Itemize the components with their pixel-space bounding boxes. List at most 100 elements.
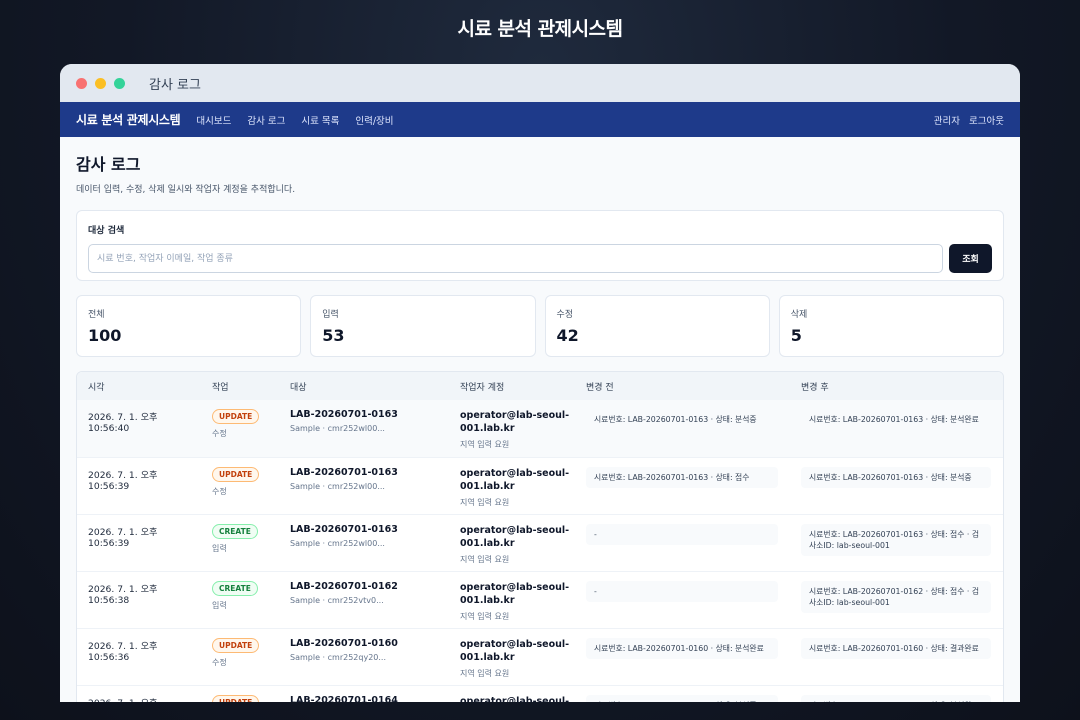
stat-label: 입력 — [322, 310, 339, 320]
cell-actor: operator@lab-seoul-001.lab.kr 지역 입력 요원 — [449, 571, 575, 629]
brand-logo[interactable]: 시료 분석 관제시스템 — [76, 111, 181, 128]
actor-role: 지역 입력 요원 — [460, 554, 510, 564]
nav-staff-equipment[interactable]: 인력/장비 — [355, 113, 393, 127]
close-window-button[interactable] — [76, 77, 87, 89]
action-label: 수정 — [212, 486, 227, 496]
main-content: 감사 로그 데이터 입력, 수정, 삭제 일시와 작업자 계정을 추적합니다. … — [60, 137, 1020, 702]
audit-log-table-card: 시각 작업 대상 작업자 계정 변경 전 변경 후 2026. 7. 1. 오후… — [76, 371, 1004, 702]
action-label: 수정 — [212, 657, 227, 667]
column-header-target[interactable]: 대상 — [279, 372, 449, 400]
search-panel: 대상 검색 조회 — [76, 210, 1004, 281]
column-header-after[interactable]: 변경 후 — [790, 372, 1003, 400]
cell-actor: operator@lab-seoul-001.lab.kr — [449, 685, 575, 702]
actor-email: operator@lab-seoul-001.lab.kr — [460, 695, 570, 703]
stat-card-update: 수정 42 — [544, 295, 770, 357]
cell-time: 2026. 7. 1. 오후 10:56:35 — [77, 685, 201, 702]
action-badge: UPDATE — [212, 694, 260, 702]
table-row[interactable]: 2026. 7. 1. 오후 10:56:35 UPDATE수정 LAB-20260… — [77, 685, 1003, 702]
column-header-actor[interactable]: 작업자 계정 — [449, 372, 575, 400]
page-heading: 시료 분석 관제시스템 — [457, 18, 623, 40]
table-header-row: 시각 작업 대상 작업자 계정 변경 전 변경 후 — [77, 372, 1003, 400]
cell-before: 시료번호: LAB-20260701-0163 · 상태: 접수 — [575, 457, 790, 515]
log-time: 2026. 7. 1. 오후 10:56:39 — [88, 469, 158, 492]
cell-action: UPDATE 수정 — [201, 400, 279, 458]
cell-after: 시료번호: LAB-20260701-0163 · 상태: 분석완료 — [790, 400, 1003, 458]
stat-label: 수정 — [556, 310, 574, 320]
stat-label: 전체 — [88, 310, 105, 320]
target-id[interactable]: LAB-20260701-0162 — [290, 581, 449, 592]
action-label: 수정 — [212, 429, 227, 438]
cell-time: 2026. 7. 1. 오후 10:56:39 — [77, 457, 201, 515]
page-description: 데이터 입력, 수정, 삭제 일시와 작업자 계정을 추적합니다. — [76, 185, 296, 195]
nav-dashboard[interactable]: 대시보드 — [196, 113, 231, 127]
target-id[interactable]: LAB-20260701-0160 — [290, 638, 449, 649]
table-row[interactable]: 2026. 7. 1. 오후 10:56:38 CREATE 입력 LAB-20260… — [77, 571, 1003, 629]
cell-action: CREATE 입력 — [201, 514, 279, 572]
table-row[interactable]: 2026. 7. 1. 오후 10:56:36 UPDATE 수정 LAB-20260… — [77, 628, 1003, 686]
target-sub: Sample · cmr252qy20... — [290, 652, 386, 662]
stats-row: 전체 100 입력 53 수정 42 삭제 5 — [76, 295, 1004, 357]
before-value: 시료번호: LAB-20260701-0160 · 상태: 분석완료 — [586, 637, 778, 659]
cell-time: 2026. 7. 1. 오후 10:56:36 — [77, 628, 201, 686]
log-time: 2026. 7. 1. 오후 10:56:36 — [88, 640, 158, 663]
table-row[interactable]: 2026. 7. 1. 오후 10:56:39 UPDATE 수정 LAB-20260… — [77, 457, 1003, 515]
column-header-time[interactable]: 시각 — [77, 372, 201, 400]
audit-log-table: 시각 작업 대상 작업자 계정 변경 전 변경 후 2026. 7. 1. 오후… — [77, 372, 1003, 702]
actor-role: 지역 입력 요원 — [460, 668, 510, 678]
stat-label: 삭제 — [790, 310, 808, 320]
search-input[interactable] — [88, 244, 943, 273]
log-time: 2026. 7. 1. 오후 10:56:39 — [88, 526, 158, 549]
cell-actor: operator@lab-seoul-001.lab.kr 지역 입력 요원 — [449, 628, 575, 686]
cell-target: LAB-20260701-0163 Sample · cmr252wl00... — [279, 400, 449, 458]
cell-after: 시료번호: LAB-20260701-0163 · 상태: 분석중 — [790, 457, 1003, 515]
actor-email: operator@lab-seoul-001.lab.kr — [460, 581, 570, 606]
after-value: 시료번호: LAB-20260701-0163 · 상태: 접수 · 검사소ID… — [801, 523, 991, 556]
action-badge: UPDATE — [212, 409, 260, 424]
column-header-action[interactable]: 작업 — [201, 372, 279, 400]
target-id[interactable]: LAB-20260701-0164 — [290, 695, 449, 703]
cell-target: LAB-20260701-0162 Sample · cmr252vtv0... — [279, 571, 449, 629]
table-row[interactable]: 2026. 7. 1. 오후 10:56:40 UPDATE 수정 LAB-20260… — [77, 400, 1003, 458]
actor-role: 지역 입력 요원 — [460, 440, 510, 449]
nav-sample-list[interactable]: 시료 목록 — [301, 113, 339, 127]
cell-time: 2026. 7. 1. 오후 10:56:39 — [77, 514, 201, 572]
cell-after: 시료번호: LAB-20260701-0163 · 상태: 접수 · 검사소ID… — [790, 514, 1003, 572]
nav-audit-log[interactable]: 감사 로그 — [247, 113, 285, 127]
search-button[interactable]: 조회 — [949, 244, 992, 273]
top-navbar: 시료 분석 관제시스템 대시보드 감사 로그 시료 목록 인력/장비 관리자 로… — [60, 102, 1020, 137]
before-value: - — [586, 580, 778, 602]
target-id[interactable]: LAB-20260701-0163 — [290, 409, 449, 420]
cell-after: 시료번호: LAB-20260701-0164 · 상태: 분석완료 — [790, 685, 1003, 702]
stat-value: 42 — [556, 326, 579, 345]
action-label: 입력 — [212, 600, 227, 610]
window-titlebar: 감사 로그 — [60, 64, 1020, 102]
cell-target: LAB-20260701-0163 Sample · cmr252wl00... — [279, 514, 449, 572]
app-window: 감사 로그 시료 분석 관제시스템 대시보드 감사 로그 시료 목록 인력/장비… — [60, 64, 1020, 702]
logout-link[interactable]: 로그아웃 — [969, 113, 1004, 127]
target-sub: Sample · cmr252wl00... — [290, 424, 385, 433]
user-role-label: 관리자 — [933, 115, 961, 127]
before-value: 시료번호: LAB-20260701-0163 · 상태: 접수 — [586, 466, 778, 488]
cell-before: 시료번호: LAB-20260701-0163 · 상태: 분석중 — [575, 400, 790, 458]
stat-value: 5 — [790, 326, 802, 345]
cell-after: 시료번호: LAB-20260701-0160 · 상태: 결과완료 — [790, 628, 1003, 686]
action-badge: UPDATE — [212, 466, 260, 482]
maximize-window-button[interactable] — [114, 77, 125, 89]
column-header-before[interactable]: 변경 전 — [575, 372, 790, 400]
action-label: 입력 — [212, 543, 227, 553]
stat-value: 100 — [88, 326, 122, 345]
cell-actor: operator@lab-seoul-001.lab.kr 지역 입력 요원 — [449, 400, 575, 458]
target-id[interactable]: LAB-20260701-0163 — [290, 467, 449, 478]
target-id[interactable]: LAB-20260701-0163 — [290, 524, 449, 535]
after-value: 시료번호: LAB-20260701-0160 · 상태: 결과완료 — [801, 637, 991, 659]
table-row[interactable]: 2026. 7. 1. 오후 10:56:39 CREATE 입력 LAB-20260… — [77, 514, 1003, 572]
action-badge: CREATE — [212, 523, 258, 539]
stat-value: 53 — [322, 326, 345, 345]
actor-email: operator@lab-seoul-001.lab.kr — [460, 524, 570, 549]
cell-target: LAB-20260701-0160 Sample · cmr252qy20... — [279, 628, 449, 686]
minimize-window-button[interactable] — [95, 77, 106, 89]
target-sub: Sample · cmr252wl00... — [290, 481, 385, 491]
action-badge: CREATE — [212, 580, 258, 596]
stat-card-create: 입력 53 — [310, 295, 536, 357]
actor-role: 지역 입력 요원 — [460, 611, 510, 621]
